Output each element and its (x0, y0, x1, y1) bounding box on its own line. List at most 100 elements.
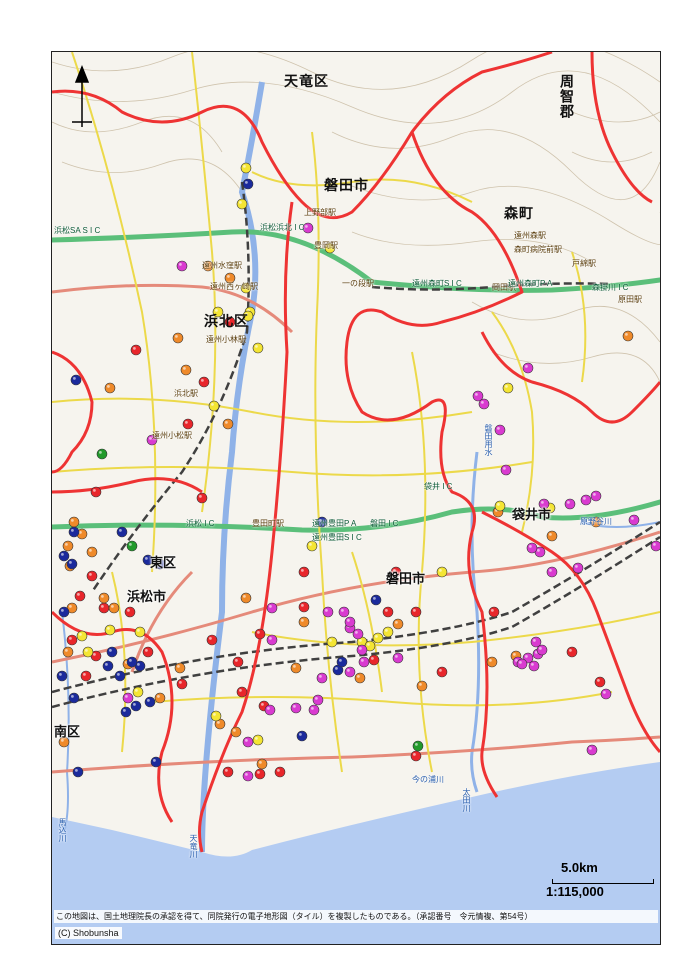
facility-marker-yellow[interactable] (104, 624, 116, 636)
facility-marker-orange[interactable] (392, 618, 404, 630)
facility-marker-magenta[interactable] (522, 362, 534, 374)
facility-marker-magenta[interactable] (302, 222, 314, 234)
facility-marker-orange[interactable] (62, 646, 74, 658)
facility-marker-red[interactable] (382, 606, 394, 618)
facility-marker-navy[interactable] (116, 526, 128, 538)
facility-marker-orange[interactable] (622, 330, 634, 342)
facility-marker-red[interactable] (410, 606, 422, 618)
facility-marker-magenta[interactable] (290, 702, 302, 714)
facility-marker-magenta[interactable] (500, 464, 512, 476)
facility-marker-magenta[interactable] (344, 666, 356, 678)
facility-marker-red[interactable] (254, 768, 266, 780)
facility-marker-magenta[interactable] (392, 652, 404, 664)
facility-marker-yellow[interactable] (252, 734, 264, 746)
facility-marker-yellow[interactable] (236, 198, 248, 210)
facility-marker-navy[interactable] (58, 550, 70, 562)
facility-marker-orange[interactable] (354, 672, 366, 684)
facility-marker-red[interactable] (86, 570, 98, 582)
facility-marker-orange[interactable] (174, 662, 186, 674)
facility-marker-magenta[interactable] (266, 634, 278, 646)
facility-marker-red[interactable] (196, 492, 208, 504)
facility-marker-red[interactable] (594, 676, 606, 688)
facility-marker-navy[interactable] (296, 730, 308, 742)
facility-marker-orange[interactable] (240, 592, 252, 604)
facility-markers[interactable] (56, 162, 660, 782)
facility-marker-red[interactable] (566, 646, 578, 658)
facility-marker-red[interactable] (176, 678, 188, 690)
facility-marker-orange[interactable] (180, 364, 192, 376)
facility-marker-magenta[interactable] (264, 704, 276, 716)
map-frame[interactable]: 天竜区 周智郡 磐田市 森町 浜北区 東区 磐田市 袋井市 南区 浜松市 上野部… (51, 51, 661, 945)
facility-marker-magenta[interactable] (356, 644, 368, 656)
facility-marker-green[interactable] (126, 540, 138, 552)
facility-marker-green[interactable] (412, 740, 424, 752)
facility-marker-orange[interactable] (222, 418, 234, 430)
facility-marker-yellow[interactable] (372, 632, 384, 644)
facility-marker-magenta[interactable] (312, 694, 324, 706)
facility-marker-navy[interactable] (58, 606, 70, 618)
facility-marker-magenta[interactable] (176, 260, 188, 272)
facility-marker-red[interactable] (410, 750, 422, 762)
facility-marker-green[interactable] (96, 448, 108, 460)
facility-marker-yellow[interactable] (252, 342, 264, 354)
facility-marker-magenta[interactable] (586, 744, 598, 756)
facility-marker-yellow[interactable] (240, 162, 252, 174)
facility-marker-yellow[interactable] (326, 636, 338, 648)
facility-marker-yellow[interactable] (82, 646, 94, 658)
facility-marker-navy[interactable] (120, 706, 132, 718)
facility-marker-orange[interactable] (154, 692, 166, 704)
facility-marker-magenta[interactable] (344, 616, 356, 628)
facility-marker-red[interactable] (66, 634, 78, 646)
facility-marker-navy[interactable] (70, 374, 82, 386)
facility-marker-yellow[interactable] (436, 566, 448, 578)
facility-marker-red[interactable] (488, 606, 500, 618)
facility-marker-orange[interactable] (298, 616, 310, 628)
facility-marker-navy[interactable] (150, 756, 162, 768)
facility-marker-navy[interactable] (370, 594, 382, 606)
facility-marker-red[interactable] (274, 766, 286, 778)
facility-marker-navy[interactable] (126, 656, 138, 668)
facility-marker-red[interactable] (206, 634, 218, 646)
facility-marker-red[interactable] (298, 601, 310, 613)
facility-marker-yellow[interactable] (132, 686, 144, 698)
facility-marker-orange[interactable] (416, 680, 428, 692)
facility-marker-magenta[interactable] (338, 606, 350, 618)
facility-marker-orange[interactable] (290, 662, 302, 674)
facility-marker-magenta[interactable] (516, 658, 528, 670)
facility-marker-magenta[interactable] (478, 398, 490, 410)
facility-marker-red[interactable] (236, 686, 248, 698)
facility-marker-navy[interactable] (72, 766, 84, 778)
facility-marker-orange[interactable] (256, 758, 268, 770)
facility-marker-yellow[interactable] (306, 540, 318, 552)
facility-marker-magenta[interactable] (122, 692, 134, 704)
facility-marker-navy[interactable] (68, 692, 80, 704)
facility-marker-magenta[interactable] (242, 770, 254, 782)
facility-marker-magenta[interactable] (494, 424, 506, 436)
facility-marker-magenta[interactable] (352, 628, 364, 640)
facility-marker-magenta[interactable] (580, 494, 592, 506)
facility-marker-orange[interactable] (86, 546, 98, 558)
facility-marker-navy[interactable] (66, 558, 78, 570)
facility-marker-magenta[interactable] (358, 656, 370, 668)
facility-marker-yellow[interactable] (210, 710, 222, 722)
facility-marker-navy[interactable] (106, 646, 118, 658)
facility-marker-orange[interactable] (98, 592, 110, 604)
facility-marker-magenta[interactable] (572, 562, 584, 574)
facility-marker-red[interactable] (254, 628, 266, 640)
facility-marker-red[interactable] (80, 670, 92, 682)
facility-marker-navy[interactable] (56, 670, 68, 682)
facility-marker-red[interactable] (130, 344, 142, 356)
facility-marker-orange[interactable] (172, 332, 184, 344)
facility-marker-yellow[interactable] (208, 400, 220, 412)
facility-marker-navy[interactable] (242, 178, 254, 190)
facility-marker-red[interactable] (222, 766, 234, 778)
facility-marker-red[interactable] (98, 602, 110, 614)
facility-marker-red[interactable] (198, 376, 210, 388)
facility-marker-red[interactable] (368, 654, 380, 666)
facility-marker-magenta[interactable] (564, 498, 576, 510)
facility-marker-yellow[interactable] (494, 500, 506, 512)
facility-marker-magenta[interactable] (628, 514, 640, 526)
facility-marker-yellow[interactable] (502, 382, 514, 394)
facility-marker-magenta[interactable] (530, 636, 542, 648)
facility-marker-magenta[interactable] (316, 672, 328, 684)
